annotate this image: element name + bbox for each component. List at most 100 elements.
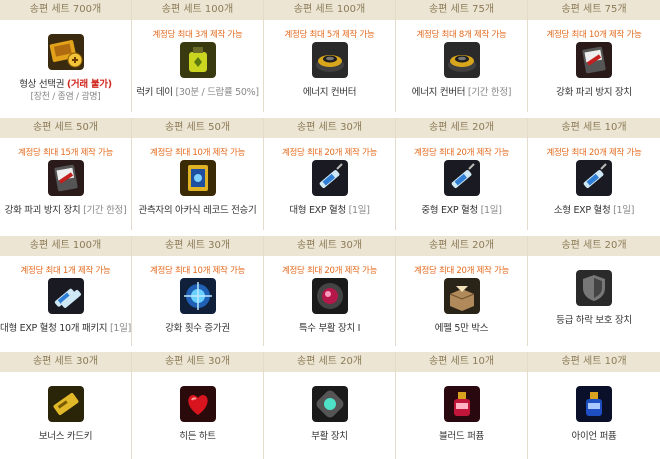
- item-options: [장천 / 종염 / 광명]: [30, 92, 101, 102]
- energy-converter-icon[interactable]: [311, 42, 348, 78]
- item-name-text: 강화 파괴 방지 장치: [4, 205, 81, 216]
- revival-gem-icon[interactable]: [311, 386, 348, 422]
- item-name-text: 관측자의 아카식 레코드 전승기: [138, 205, 257, 216]
- item-name: 에너지 컨버터 [기간 한정]: [396, 84, 527, 98]
- craft-limit: 계정당 최대 8개 제작 가능: [416, 30, 507, 40]
- item-body: 계정당 최대 20개 제작 가능 중형 EXP 혈청 [1일]: [396, 138, 527, 230]
- item-name-text: 보너스 카드키: [38, 431, 93, 442]
- cost-label: 송편 세트 30개: [132, 352, 263, 372]
- item-card[interactable]: 송편 세트 20개 계정당 최대 20개 제작 가능 에펠 5만 박스: [396, 236, 528, 346]
- item-name: 에펠 5만 박스: [396, 320, 527, 334]
- item-card[interactable]: 송편 세트 75개 계정당 최대 8개 제작 가능 에너지 컨버터 [기간 한정…: [396, 0, 528, 112]
- item-name-text: 히든 하트: [179, 431, 216, 442]
- item-note: [기간 한정]: [467, 87, 512, 98]
- item-body: 히든 하트: [132, 372, 263, 459]
- item-note: [1일]: [348, 205, 370, 216]
- craft-limit: 계정당 최대 5개 제작 가능: [284, 30, 375, 40]
- item-row: 송편 세트 50개 계정당 최대 15개 제작 가능 강화 파괴 방지 장치 […: [0, 118, 660, 230]
- item-body: 계정당 최대 3개 제작 가능 럭키 데이 [30분 / 드랍률 50%]: [132, 20, 263, 112]
- item-name-text: 대형 EXP 혈청 10개 패키지: [0, 323, 108, 334]
- craft-limit: 계정당 최대 10개 제작 가능: [149, 148, 246, 158]
- cost-label: 송편 세트 30개: [264, 118, 395, 138]
- item-note: [기간 한정]: [83, 205, 127, 216]
- item-name: 에너지 컨버터: [264, 84, 395, 98]
- shield-icon[interactable]: [576, 270, 612, 306]
- item-card[interactable]: 송편 세트 10개 계정당 최대 20개 제작 가능 소형 EXP 혈청 [1일…: [528, 118, 660, 230]
- item-card[interactable]: 송편 세트 50개 계정당 최대 15개 제작 가능 강화 파괴 방지 장치 […: [0, 118, 132, 230]
- item-name: 강화 파괴 방지 장치 [기간 한정]: [0, 202, 131, 216]
- protect-device-icon[interactable]: [576, 42, 612, 78]
- blood-perfume-icon[interactable]: [443, 386, 480, 422]
- item-card[interactable]: 송편 세트 20개 계정당 최대 20개 제작 가능 중형 EXP 혈청 [1일…: [396, 118, 528, 230]
- item-body: 계정당 최대 10개 제작 가능 관측자의 아카식 레코드 전승기: [132, 138, 263, 230]
- craft-limit: 계정당 최대 20개 제작 가능: [281, 148, 378, 158]
- item-card[interactable]: 송편 세트 75개 계정당 최대 10개 제작 가능 강화 파괴 방지 장치: [528, 0, 660, 112]
- item-name: 대형 EXP 혈청 [1일]: [264, 202, 395, 216]
- item-card[interactable]: 송편 세트 100개 계정당 최대 1개 제작 가능 대형 EXP 혈청 10개…: [0, 236, 132, 346]
- item-body: 보너스 카드키: [0, 372, 131, 459]
- item-body: 부활 장치: [264, 372, 395, 459]
- item-name: 보너스 카드키: [0, 428, 131, 442]
- item-name-text: 대형 EXP 혈청: [289, 205, 346, 216]
- item-card[interactable]: 송편 세트 30개 보너스 카드키: [0, 352, 132, 459]
- cost-label: 송편 세트 50개: [132, 118, 263, 138]
- item-card[interactable]: 송편 세트 10개 아이언 퍼퓸: [528, 352, 660, 459]
- item-card[interactable]: 송편 세트 50개 계정당 최대 10개 제작 가능 관측자의 아카식 레코드 …: [132, 118, 264, 230]
- item-name-text: 부활 장치: [311, 431, 348, 442]
- energy-converter-icon[interactable]: [443, 42, 480, 78]
- item-note: [1일]: [613, 205, 635, 216]
- item-name-text: 특수 부활 장치 I: [298, 323, 361, 334]
- craft-limit: 계정당 최대 20개 제작 가능: [413, 148, 510, 158]
- crafting-grid: 송편 세트 700개 형상 선택권 (거래 불가) [장천 / 종염 / 광명]…: [0, 0, 660, 459]
- item-body: 계정당 최대 20개 제작 가능 특수 부활 장치 I: [264, 256, 395, 346]
- item-card[interactable]: 송편 세트 100개 계정당 최대 3개 제작 가능 럭키 데이 [30분 / …: [132, 0, 264, 112]
- cost-label: 송편 세트 10개: [528, 118, 660, 138]
- craft-limit: 계정당 최대 1개 제작 가능: [20, 266, 111, 276]
- heart-icon[interactable]: [179, 386, 216, 422]
- cost-label: 송편 세트 20개: [396, 236, 527, 256]
- item-card[interactable]: 송편 세트 30개 계정당 최대 20개 제작 가능 대형 EXP 혈청 [1일…: [264, 118, 396, 230]
- cost-label: 송편 세트 10개: [396, 352, 527, 372]
- item-card[interactable]: 송편 세트 30개 계정당 최대 20개 제작 가능 특수 부활 장치 I: [264, 236, 396, 346]
- item-name: 강화 파괴 방지 장치: [528, 84, 660, 98]
- cost-label: 송편 세트 100개: [0, 236, 131, 256]
- syringe-icon[interactable]: [443, 160, 480, 196]
- item-name-text: 아이언 퍼퓸: [571, 431, 617, 442]
- item-body: 아이언 퍼퓸: [528, 372, 660, 459]
- item-row: 송편 세트 700개 형상 선택권 (거래 불가) [장천 / 종염 / 광명]…: [0, 0, 660, 112]
- cost-label: 송편 세트 30개: [0, 352, 131, 372]
- item-card[interactable]: 송편 세트 20개 부활 장치: [264, 352, 396, 459]
- cardkey-icon[interactable]: [47, 386, 84, 422]
- syringe-icon[interactable]: [311, 160, 348, 196]
- item-body: 계정당 최대 20개 제작 가능 대형 EXP 혈청 [1일]: [264, 138, 395, 230]
- item-card[interactable]: 송편 세트 30개 히든 하트: [132, 352, 264, 459]
- item-card[interactable]: 송편 세트 700개 형상 선택권 (거래 불가) [장천 / 종염 / 광명]: [0, 0, 132, 112]
- item-name: 관측자의 아카식 레코드 전승기: [132, 202, 263, 216]
- protect-device-icon[interactable]: [47, 160, 84, 196]
- box-icon[interactable]: [443, 278, 480, 314]
- item-body: 계정당 최대 5개 제작 가능 에너지 컨버터: [264, 20, 395, 112]
- item-name-text: 에너지 컨버터: [302, 87, 357, 98]
- item-body: 블러드 퍼퓸: [396, 372, 527, 459]
- cost-label: 송편 세트 75개: [528, 0, 660, 20]
- lucky-potion-icon[interactable]: [179, 42, 216, 78]
- item-name: 강화 횟수 증가권: [132, 320, 263, 334]
- cost-label: 송편 세트 700개: [0, 0, 131, 20]
- item-card[interactable]: 송편 세트 100개 계정당 최대 5개 제작 가능 에너지 컨버터: [264, 0, 396, 112]
- item-body: 계정당 최대 8개 제작 가능 에너지 컨버터 [기간 한정]: [396, 20, 527, 112]
- item-card[interactable]: 송편 세트 20개 등급 하락 보호 장치: [528, 236, 660, 346]
- item-card[interactable]: 송편 세트 10개 블러드 퍼퓸: [396, 352, 528, 459]
- item-card[interactable]: 송편 세트 30개 계정당 최대 10개 제작 가능 강화 횟수 증가권: [132, 236, 264, 346]
- item-name-text: 강화 파괴 방지 장치: [556, 87, 632, 98]
- akashic-record-icon[interactable]: [179, 160, 216, 196]
- item-name-text: 에너지 컨버터: [411, 87, 466, 98]
- craft-limit: 계정당 최대 10개 제작 가능: [546, 30, 642, 40]
- ticket-icon[interactable]: [47, 34, 84, 70]
- syringe-pack-icon[interactable]: [47, 278, 84, 314]
- iron-perfume-icon[interactable]: [576, 386, 612, 422]
- syringe-icon[interactable]: [576, 160, 612, 196]
- enhance-ticket-icon[interactable]: [179, 278, 216, 314]
- item-name: 부활 장치: [264, 428, 395, 442]
- revival-device-icon[interactable]: [311, 278, 348, 314]
- item-name-text: 블러드 퍼퓸: [439, 431, 484, 442]
